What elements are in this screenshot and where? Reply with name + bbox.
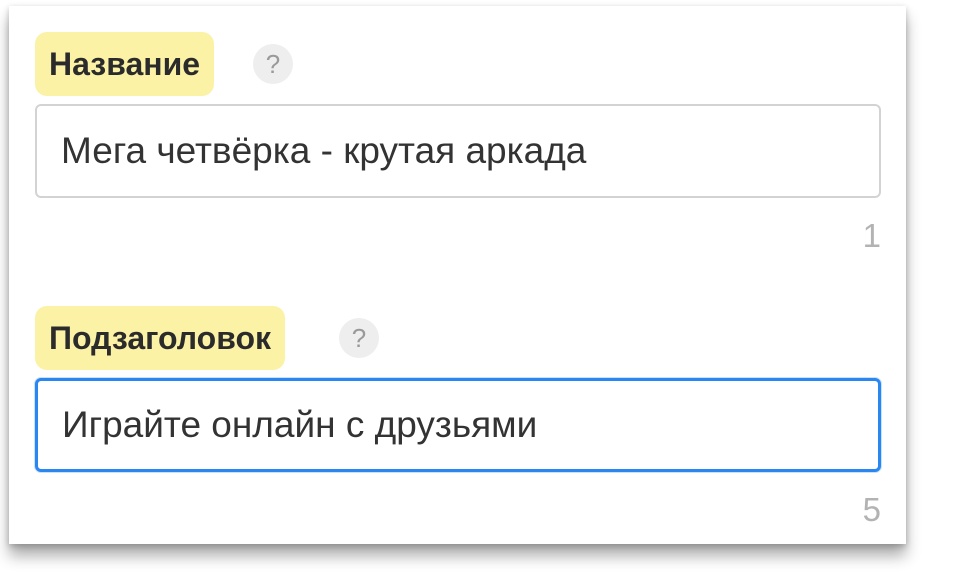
subtitle-label: Подзаголовок bbox=[35, 306, 286, 370]
subtitle-input[interactable]: Играйте онлайн с друзьями bbox=[35, 378, 881, 472]
subtitle-label-row: Подзаголовок ? bbox=[35, 306, 881, 370]
title-section: Название ? Мега четвёрка - крутая аркада… bbox=[35, 32, 881, 254]
help-icon[interactable]: ? bbox=[253, 44, 293, 84]
subtitle-section: Подзаголовок ? Играйте онлайн с друзьями… bbox=[35, 306, 881, 528]
title-label-row: Название ? bbox=[35, 32, 881, 96]
title-input[interactable]: Мега четвёрка - крутая аркада bbox=[35, 104, 881, 198]
subtitle-counter: 5 bbox=[862, 491, 881, 528]
title-label: Название bbox=[35, 32, 215, 96]
help-icon[interactable]: ? bbox=[339, 318, 379, 358]
title-counter: 1 bbox=[862, 217, 881, 254]
form-card: Название ? Мега четвёрка - крутая аркада… bbox=[9, 6, 906, 544]
